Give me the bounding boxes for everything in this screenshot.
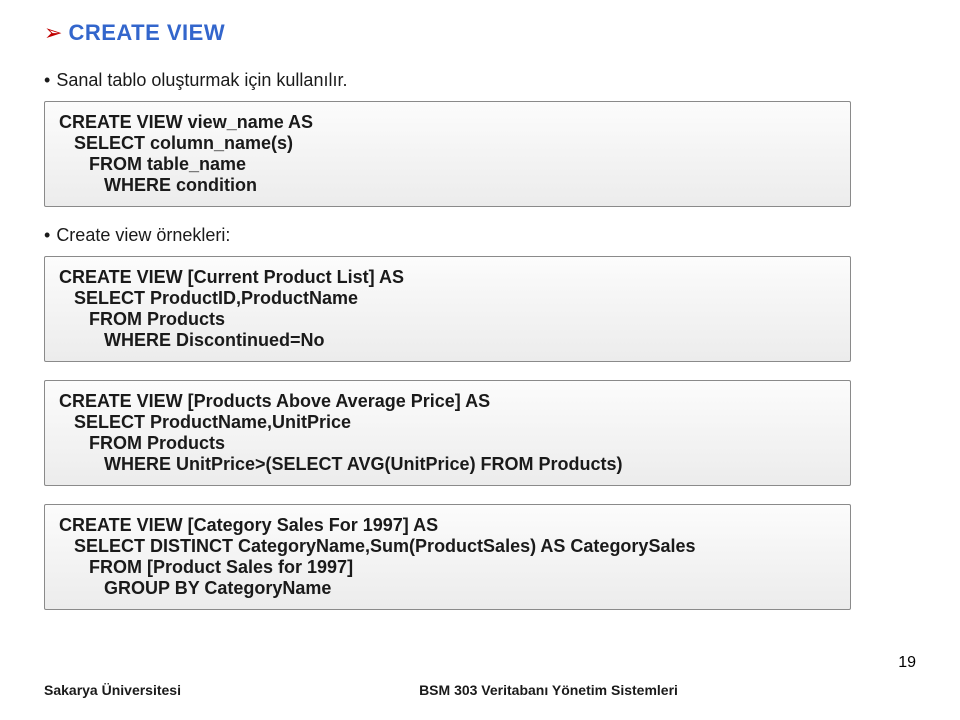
footer: Sakarya Üniversitesi BSM 303 Veritabanı … [0, 682, 960, 698]
bullet-dot-icon: • [44, 226, 50, 244]
code-line: CREATE VIEW [Category Sales For 1997] AS [59, 515, 836, 536]
code-line: CREATE VIEW [Current Product List] AS [59, 267, 836, 288]
code-line: WHERE condition [59, 175, 836, 196]
title-text: CREATE VIEW [68, 20, 225, 46]
code-block-syntax: CREATE VIEW view_name AS SELECT column_n… [44, 101, 851, 207]
bullet-text: Create view örnekleri: [56, 225, 230, 246]
code-line: SELECT ProductName,UnitPrice [59, 412, 836, 433]
code-line: WHERE UnitPrice>(SELECT AVG(UnitPrice) F… [59, 454, 836, 475]
bullet-text: Sanal tablo oluşturmak için kullanılır. [56, 70, 347, 91]
footer-left: Sakarya Üniversitesi [44, 682, 181, 698]
bullet-item: • Create view örnekleri: [44, 225, 916, 246]
code-line: SELECT ProductID,ProductName [59, 288, 836, 309]
code-line: WHERE Discontinued=No [59, 330, 836, 351]
code-block-example-3: CREATE VIEW [Category Sales For 1997] AS… [44, 504, 851, 610]
code-line: CREATE VIEW [Products Above Average Pric… [59, 391, 836, 412]
code-line: FROM Products [59, 309, 836, 330]
code-line: GROUP BY CategoryName [59, 578, 836, 599]
footer-center: BSM 303 Veritabanı Yönetim Sistemleri [419, 682, 678, 698]
bullet-item: • Sanal tablo oluşturmak için kullanılır… [44, 70, 916, 91]
code-line: FROM Products [59, 433, 836, 454]
code-line: FROM [Product Sales for 1997] [59, 557, 836, 578]
code-block-example-2: CREATE VIEW [Products Above Average Pric… [44, 380, 851, 486]
code-line: CREATE VIEW view_name AS [59, 112, 836, 133]
chevron-right-icon: ➢ [44, 22, 62, 44]
code-block-example-1: CREATE VIEW [Current Product List] AS SE… [44, 256, 851, 362]
page-number: 19 [898, 654, 916, 672]
bullet-dot-icon: • [44, 71, 50, 89]
code-line: SELECT column_name(s) [59, 133, 836, 154]
slide-title: ➢ CREATE VIEW [44, 20, 916, 46]
code-line: FROM table_name [59, 154, 836, 175]
code-line: SELECT DISTINCT CategoryName,Sum(Product… [59, 536, 836, 557]
